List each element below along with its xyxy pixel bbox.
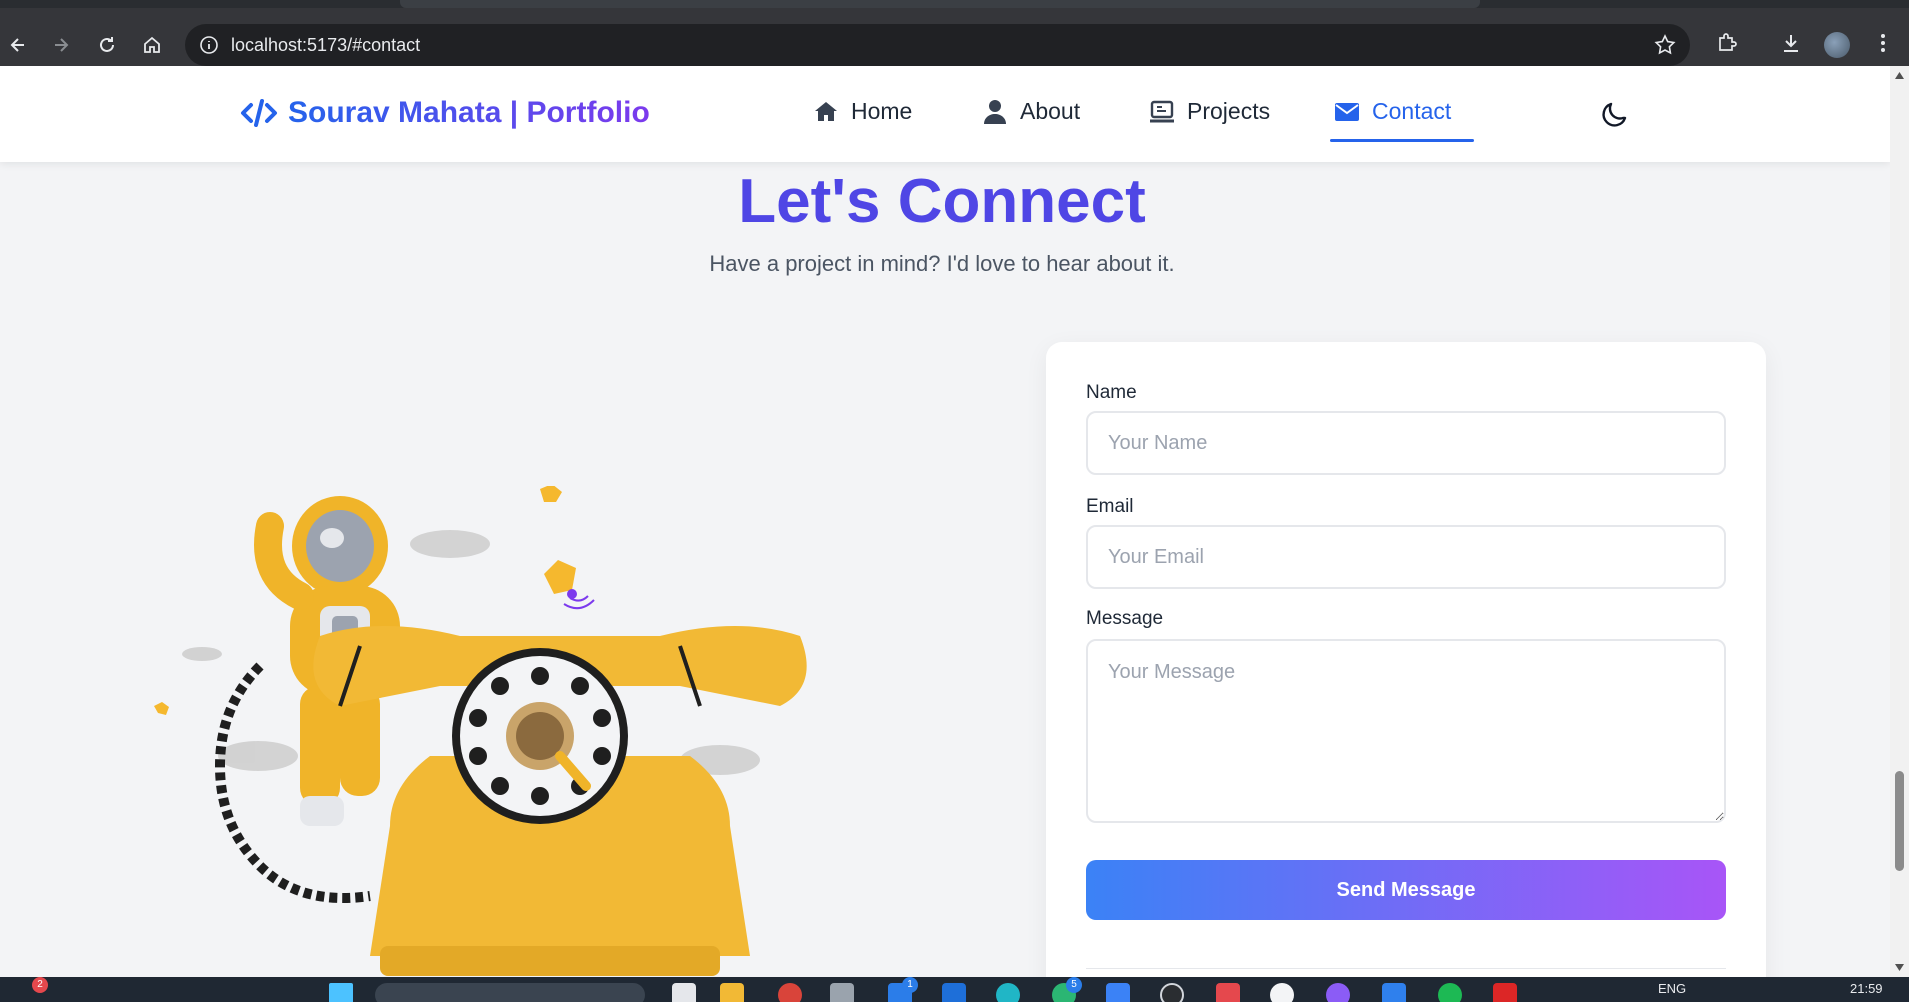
arrow-right-icon bbox=[55, 38, 69, 52]
nav-link-about[interactable]: About bbox=[982, 98, 1080, 125]
scroll-down-arrow-icon[interactable] bbox=[1894, 963, 1905, 972]
nav-link-label: Home bbox=[851, 98, 913, 124]
email-label: Email bbox=[1086, 496, 1134, 517]
profile-avatar[interactable] bbox=[1824, 32, 1850, 58]
home-button[interactable] bbox=[136, 29, 168, 61]
site-navbar: Sourav Mahata | Portfolio Home About Pro… bbox=[0, 66, 1890, 162]
forward-button[interactable] bbox=[45, 29, 77, 61]
nav-link-contact[interactable]: Contact bbox=[1334, 98, 1451, 125]
user-icon bbox=[984, 99, 1006, 124]
reload-icon bbox=[100, 37, 114, 52]
back-button[interactable] bbox=[2, 29, 34, 61]
email-input[interactable] bbox=[1086, 525, 1726, 589]
downloads-button[interactable] bbox=[1778, 30, 1804, 56]
spotify-icon[interactable] bbox=[1438, 983, 1462, 1002]
brand-logo[interactable]: Sourav Mahata | Portfolio bbox=[240, 96, 650, 130]
menu-button[interactable] bbox=[1870, 30, 1896, 56]
browser-toolbar: localhost:5173/#contact bbox=[0, 8, 1909, 66]
contact-title: Let's Connect bbox=[738, 167, 1146, 236]
form-divider bbox=[1086, 968, 1726, 969]
url-text[interactable]: localhost:5173/#contact bbox=[231, 24, 420, 66]
contact-subtitle: Have a project in mind? I'd love to hear… bbox=[709, 251, 1175, 276]
chrome-icon[interactable] bbox=[778, 983, 802, 1002]
app-icon[interactable] bbox=[1106, 983, 1130, 1002]
app-icon[interactable] bbox=[1326, 983, 1350, 1002]
laptop-icon bbox=[1150, 100, 1174, 122]
app-icon[interactable] bbox=[942, 983, 966, 1002]
app-badge: 1 bbox=[902, 977, 918, 993]
edge-icon[interactable] bbox=[996, 983, 1020, 1002]
browser-active-tab[interactable] bbox=[400, 0, 1480, 8]
app-icon[interactable] bbox=[1160, 983, 1184, 1002]
task-view-icon[interactable] bbox=[672, 983, 696, 1002]
download-icon bbox=[1784, 35, 1798, 52]
moon-icon[interactable] bbox=[1599, 98, 1631, 130]
app-icon[interactable] bbox=[830, 983, 854, 1002]
contact-form: Name Email Message Send Message bbox=[1046, 342, 1766, 977]
arrow-left-icon bbox=[10, 38, 24, 52]
nav-link-label: Projects bbox=[1187, 98, 1271, 124]
vscode-icon[interactable] bbox=[1382, 983, 1406, 1002]
brand-name[interactable]: Sourav Mahata | Portfolio bbox=[288, 96, 650, 130]
nav-link-home[interactable]: Home bbox=[813, 98, 912, 125]
taskbar-search-box[interactable] bbox=[375, 983, 645, 1002]
notification-badge[interactable]: 2 bbox=[32, 977, 48, 993]
file-explorer-icon[interactable] bbox=[720, 983, 744, 1002]
active-nav-underline bbox=[1330, 139, 1474, 142]
extensions-button[interactable] bbox=[1714, 30, 1740, 56]
code-icon bbox=[241, 99, 277, 127]
message-label: Message bbox=[1086, 608, 1164, 629]
name-input[interactable] bbox=[1086, 411, 1726, 475]
star-icon[interactable] bbox=[1654, 34, 1676, 56]
language-indicator[interactable]: ENG bbox=[1658, 981, 1686, 996]
github-icon[interactable] bbox=[1270, 983, 1294, 1002]
home-icon bbox=[815, 101, 837, 121]
info-icon[interactable] bbox=[199, 35, 219, 55]
kebab-menu-icon bbox=[1881, 34, 1885, 52]
windows-start-icon[interactable] bbox=[329, 983, 353, 1002]
nav-link-label: Contact bbox=[1372, 98, 1452, 124]
os-taskbar: 2 1 5 ENG 21:59 bbox=[0, 977, 1909, 1002]
house-icon bbox=[144, 36, 160, 53]
page-viewport: Sourav Mahata | Portfolio Home About Pro… bbox=[0, 66, 1890, 977]
astronaut-telephone-illustration bbox=[154, 486, 807, 976]
send-message-button[interactable]: Send Message bbox=[1086, 860, 1726, 920]
scrollbar-thumb[interactable] bbox=[1895, 771, 1904, 871]
nav-link-label: About bbox=[1020, 98, 1081, 124]
address-bar[interactable]: localhost:5173/#contact bbox=[185, 24, 1690, 66]
system-clock[interactable]: 21:59 bbox=[1850, 981, 1883, 996]
app-icon[interactable] bbox=[1493, 983, 1517, 1002]
reload-button[interactable] bbox=[91, 29, 123, 61]
app-icon[interactable] bbox=[1216, 983, 1240, 1002]
message-textarea[interactable] bbox=[1086, 639, 1726, 823]
scroll-up-arrow-icon[interactable] bbox=[1894, 71, 1905, 80]
nav-link-projects[interactable]: Projects bbox=[1149, 98, 1270, 125]
page-scrollbar[interactable] bbox=[1890, 66, 1909, 977]
puzzle-icon bbox=[1719, 33, 1737, 51]
app-badge: 5 bbox=[1066, 977, 1082, 993]
name-label: Name bbox=[1086, 382, 1137, 403]
envelope-icon bbox=[1335, 102, 1359, 121]
